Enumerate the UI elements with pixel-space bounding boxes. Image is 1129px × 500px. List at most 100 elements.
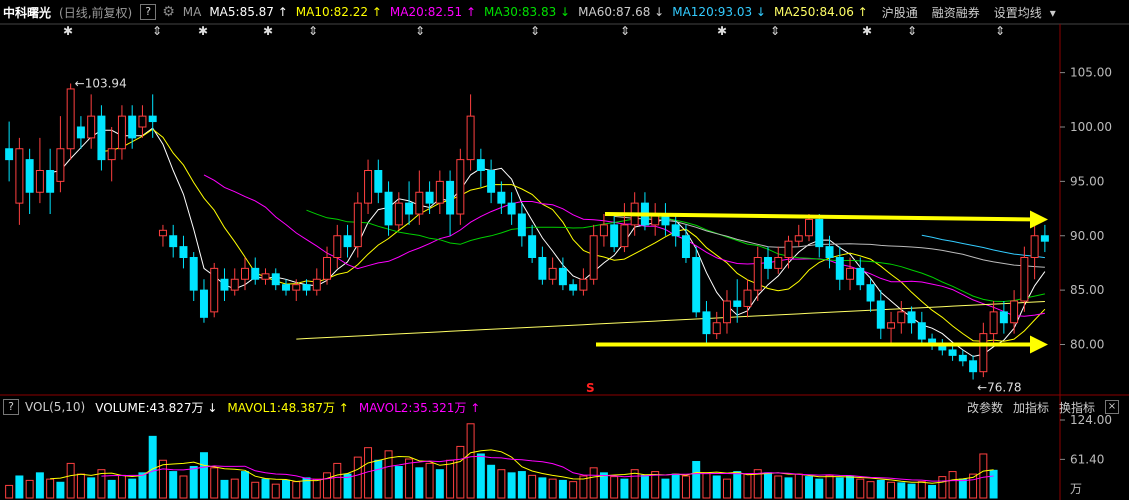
candle-body: [5, 148, 14, 161]
volume-bar: [856, 478, 865, 499]
candle-body: [117, 115, 126, 150]
candle-body: [815, 218, 824, 248]
candle-body: [917, 322, 926, 340]
volume-help-button[interactable]: ?: [3, 399, 19, 415]
volume-bar: [825, 474, 834, 499]
candle-body: [692, 257, 701, 313]
candle-body: [784, 240, 793, 258]
price-tick-label: 85.00: [1070, 283, 1104, 297]
ma10-line: [101, 128, 1046, 342]
yellow-arrow-head: [1030, 335, 1048, 354]
volume-tick-label: 61.40: [1070, 452, 1104, 466]
candle-body: [743, 289, 752, 307]
sell-signal-mark: S: [586, 381, 595, 395]
candle-body: [1020, 257, 1029, 302]
kline-chart[interactable]: 105.00 100.00 95.00 90.00 85.00 80.00 ←103.94 ←…: [0, 0, 1129, 500]
volume-bar: [764, 472, 772, 499]
volume-bar: [394, 466, 403, 499]
candle-body: [1030, 235, 1039, 258]
price-tick-label: 90.00: [1070, 229, 1104, 243]
candle-body: [466, 115, 475, 161]
candle-body: [343, 235, 352, 248]
candle-body: [487, 170, 496, 193]
candle-body: [87, 115, 96, 139]
volume-bar: [558, 479, 567, 499]
candle-body: [794, 235, 803, 242]
volume-bar: [733, 471, 742, 499]
volume-bar: [743, 473, 752, 499]
candle-body: [589, 235, 598, 280]
volume-bar: [15, 475, 24, 499]
volume-bar: [805, 476, 813, 499]
candle-body: [702, 311, 711, 335]
candle-body: [969, 360, 978, 373]
candle-body: [722, 300, 731, 324]
volume-bar: [179, 475, 188, 499]
close-icon[interactable]: ×: [1105, 400, 1119, 414]
candle-body: [241, 267, 249, 280]
candle-body: [671, 224, 680, 237]
candle-body: [866, 284, 875, 302]
volume-bar: [712, 475, 721, 499]
candle-body: [579, 278, 588, 291]
candle-body: [169, 235, 178, 248]
volume-bar: [548, 478, 557, 499]
candle-body: [599, 224, 608, 237]
volume-unit-label: 万: [1070, 482, 1082, 496]
add-indicator-button[interactable]: 加指标: [1013, 399, 1049, 416]
candle-body: [35, 170, 44, 193]
candle-body: [825, 246, 834, 258]
low-price-annotation: ←76.78: [977, 381, 1021, 395]
volume-bar: [46, 478, 55, 499]
candle-body: [374, 170, 383, 193]
volume-bar: [979, 453, 988, 499]
volume-bar: [497, 469, 506, 499]
volume-bar: [835, 477, 844, 499]
volume-bar: [292, 481, 301, 499]
candle-body: [507, 202, 516, 215]
candle-body: [271, 273, 280, 286]
price-tick-label: 100.00: [1070, 120, 1112, 134]
volume-bar: [928, 484, 937, 499]
volume-value: VOLUME:43.827万 ↓: [95, 400, 218, 415]
volume-bar: [271, 483, 280, 499]
candle-body: [76, 126, 85, 139]
volume-bar: [528, 474, 537, 499]
candle-body: [517, 213, 526, 237]
candle-body: [148, 115, 157, 123]
volume-bar: [405, 458, 414, 499]
volume-bar: [415, 467, 424, 499]
candle-body: [138, 115, 147, 128]
candle-body: [384, 191, 393, 226]
volume-bar: [169, 471, 178, 499]
candle-body: [979, 333, 988, 373]
volume-bar: [476, 453, 485, 499]
volume-bar: [76, 473, 85, 499]
candle-body: [958, 354, 967, 362]
volume-actions: 改参数 加指标 换指标 ×: [957, 398, 1119, 416]
volume-bar: [56, 481, 65, 499]
volume-indicator-name: VOL(5,10): [25, 400, 86, 414]
candle-body: [15, 148, 24, 204]
candle-body: [1010, 300, 1019, 324]
price-tick-label: 80.00: [1070, 338, 1104, 352]
candle-body: [907, 311, 916, 324]
volume-bar: [640, 474, 649, 499]
change-params-button[interactable]: 改参数: [967, 399, 1003, 416]
volume-bar: [353, 456, 362, 499]
candle-body: [805, 218, 813, 237]
price-tick-label: 105.00: [1070, 66, 1112, 80]
switch-indicator-button[interactable]: 换指标: [1059, 399, 1095, 416]
volume-bar: [866, 481, 875, 499]
volume-bar: [435, 469, 444, 499]
candle-body: [97, 115, 106, 161]
volume-bar: [897, 482, 906, 499]
volume-bar: [907, 483, 916, 499]
candle-body: [1040, 235, 1049, 242]
volume-bar: [199, 452, 208, 499]
volume-bar: [507, 472, 516, 499]
volume-bar: [784, 477, 793, 499]
volume-bar: [887, 481, 896, 499]
candle-body: [220, 278, 229, 291]
volume-bar: [210, 467, 219, 499]
